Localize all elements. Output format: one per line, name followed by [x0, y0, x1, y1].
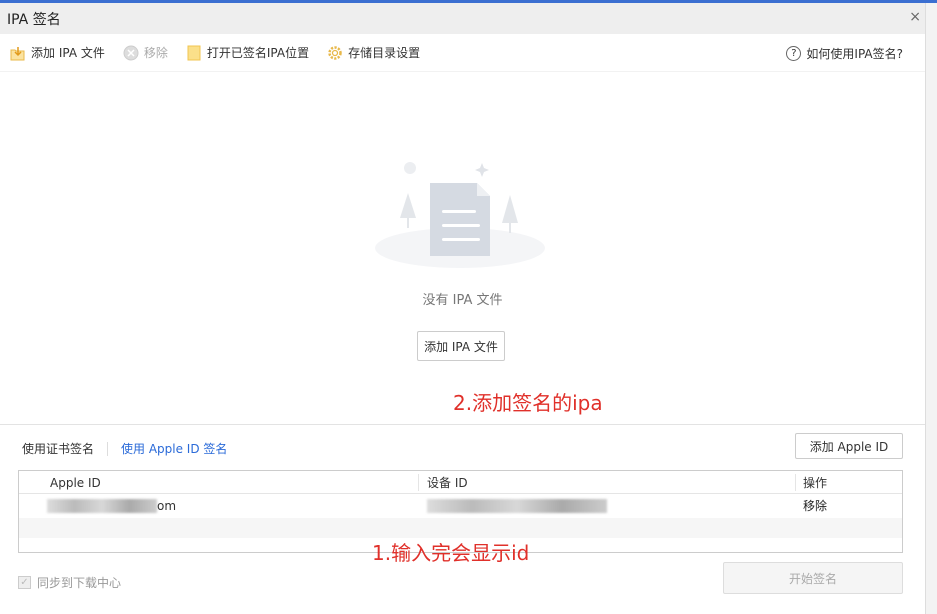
add-ipa-button[interactable]: 添加 IPA 文件: [417, 331, 505, 361]
column-divider: [418, 474, 419, 491]
annotation-step1: 1.输入完会显示id: [372, 541, 530, 565]
open-signed-location-button[interactable]: 打开已签名IPA位置: [186, 44, 309, 61]
column-divider: [795, 474, 796, 491]
sync-download-center-checkbox[interactable]: ✓ 同步到下载中心: [18, 574, 121, 591]
table-header: Apple ID 设备 ID 操作: [19, 471, 902, 494]
section-divider: [0, 424, 925, 425]
remove-toolbar-button[interactable]: 移除: [123, 44, 168, 61]
tab-separator: [107, 441, 109, 456]
folder-icon: [187, 45, 201, 60]
empty-row: [19, 518, 902, 538]
empty-document-illustration: [375, 162, 545, 268]
ipa-sign-dialog: IPA 签名 × 添加 IPA 文件 移除 打开已签名IPA位置 存储目录设置 …: [0, 3, 925, 614]
storage-settings-button[interactable]: 存储目录设置: [327, 44, 420, 61]
header-device-id: 设备 ID: [427, 476, 468, 490]
gear-icon: [328, 45, 342, 60]
add-apple-id-button[interactable]: 添加 Apple ID: [795, 433, 903, 459]
download-folder-icon: [10, 46, 25, 60]
redacted-device-id: [427, 499, 607, 513]
help-link[interactable]: ? 如何使用IPA签名?: [786, 45, 903, 62]
open-signed-label: 打开已签名IPA位置: [206, 46, 310, 60]
apple-id-cell: om: [157, 498, 177, 513]
start-sign-button[interactable]: 开始签名: [723, 562, 903, 594]
header-apple-id: Apple ID: [50, 475, 101, 490]
question-icon: ?: [786, 46, 802, 61]
help-label: 如何使用IPA签名?: [806, 47, 903, 61]
add-ipa-label: 添加 IPA 文件: [31, 46, 105, 60]
add-ipa-toolbar-button[interactable]: 添加 IPA 文件: [10, 44, 105, 61]
remove-icon: [123, 45, 139, 60]
storage-settings-label: 存储目录设置: [348, 46, 421, 60]
table-row: om 移除: [19, 494, 902, 518]
empty-state-text: 没有 IPA 文件: [422, 293, 503, 308]
dialog-title: IPA 签名: [0, 3, 925, 34]
close-icon[interactable]: ×: [909, 9, 921, 25]
checkbox-icon: ✓: [18, 576, 31, 589]
sync-label: 同步到下载中心: [37, 576, 122, 590]
tab-apple-id-sign[interactable]: 使用 Apple ID 签名: [121, 440, 227, 457]
sign-mode-tabs: 使用证书签名 使用 Apple ID 签名: [22, 440, 227, 457]
annotation-step2: 2.添加签名的ipa: [453, 391, 603, 415]
tab-cert-sign[interactable]: 使用证书签名: [22, 440, 94, 457]
remove-label: 移除: [143, 46, 168, 60]
header-action: 操作: [803, 476, 828, 490]
background-window-strip: [925, 3, 937, 614]
remove-row-button[interactable]: 移除: [803, 494, 827, 517]
redacted-apple-id: [47, 499, 157, 513]
